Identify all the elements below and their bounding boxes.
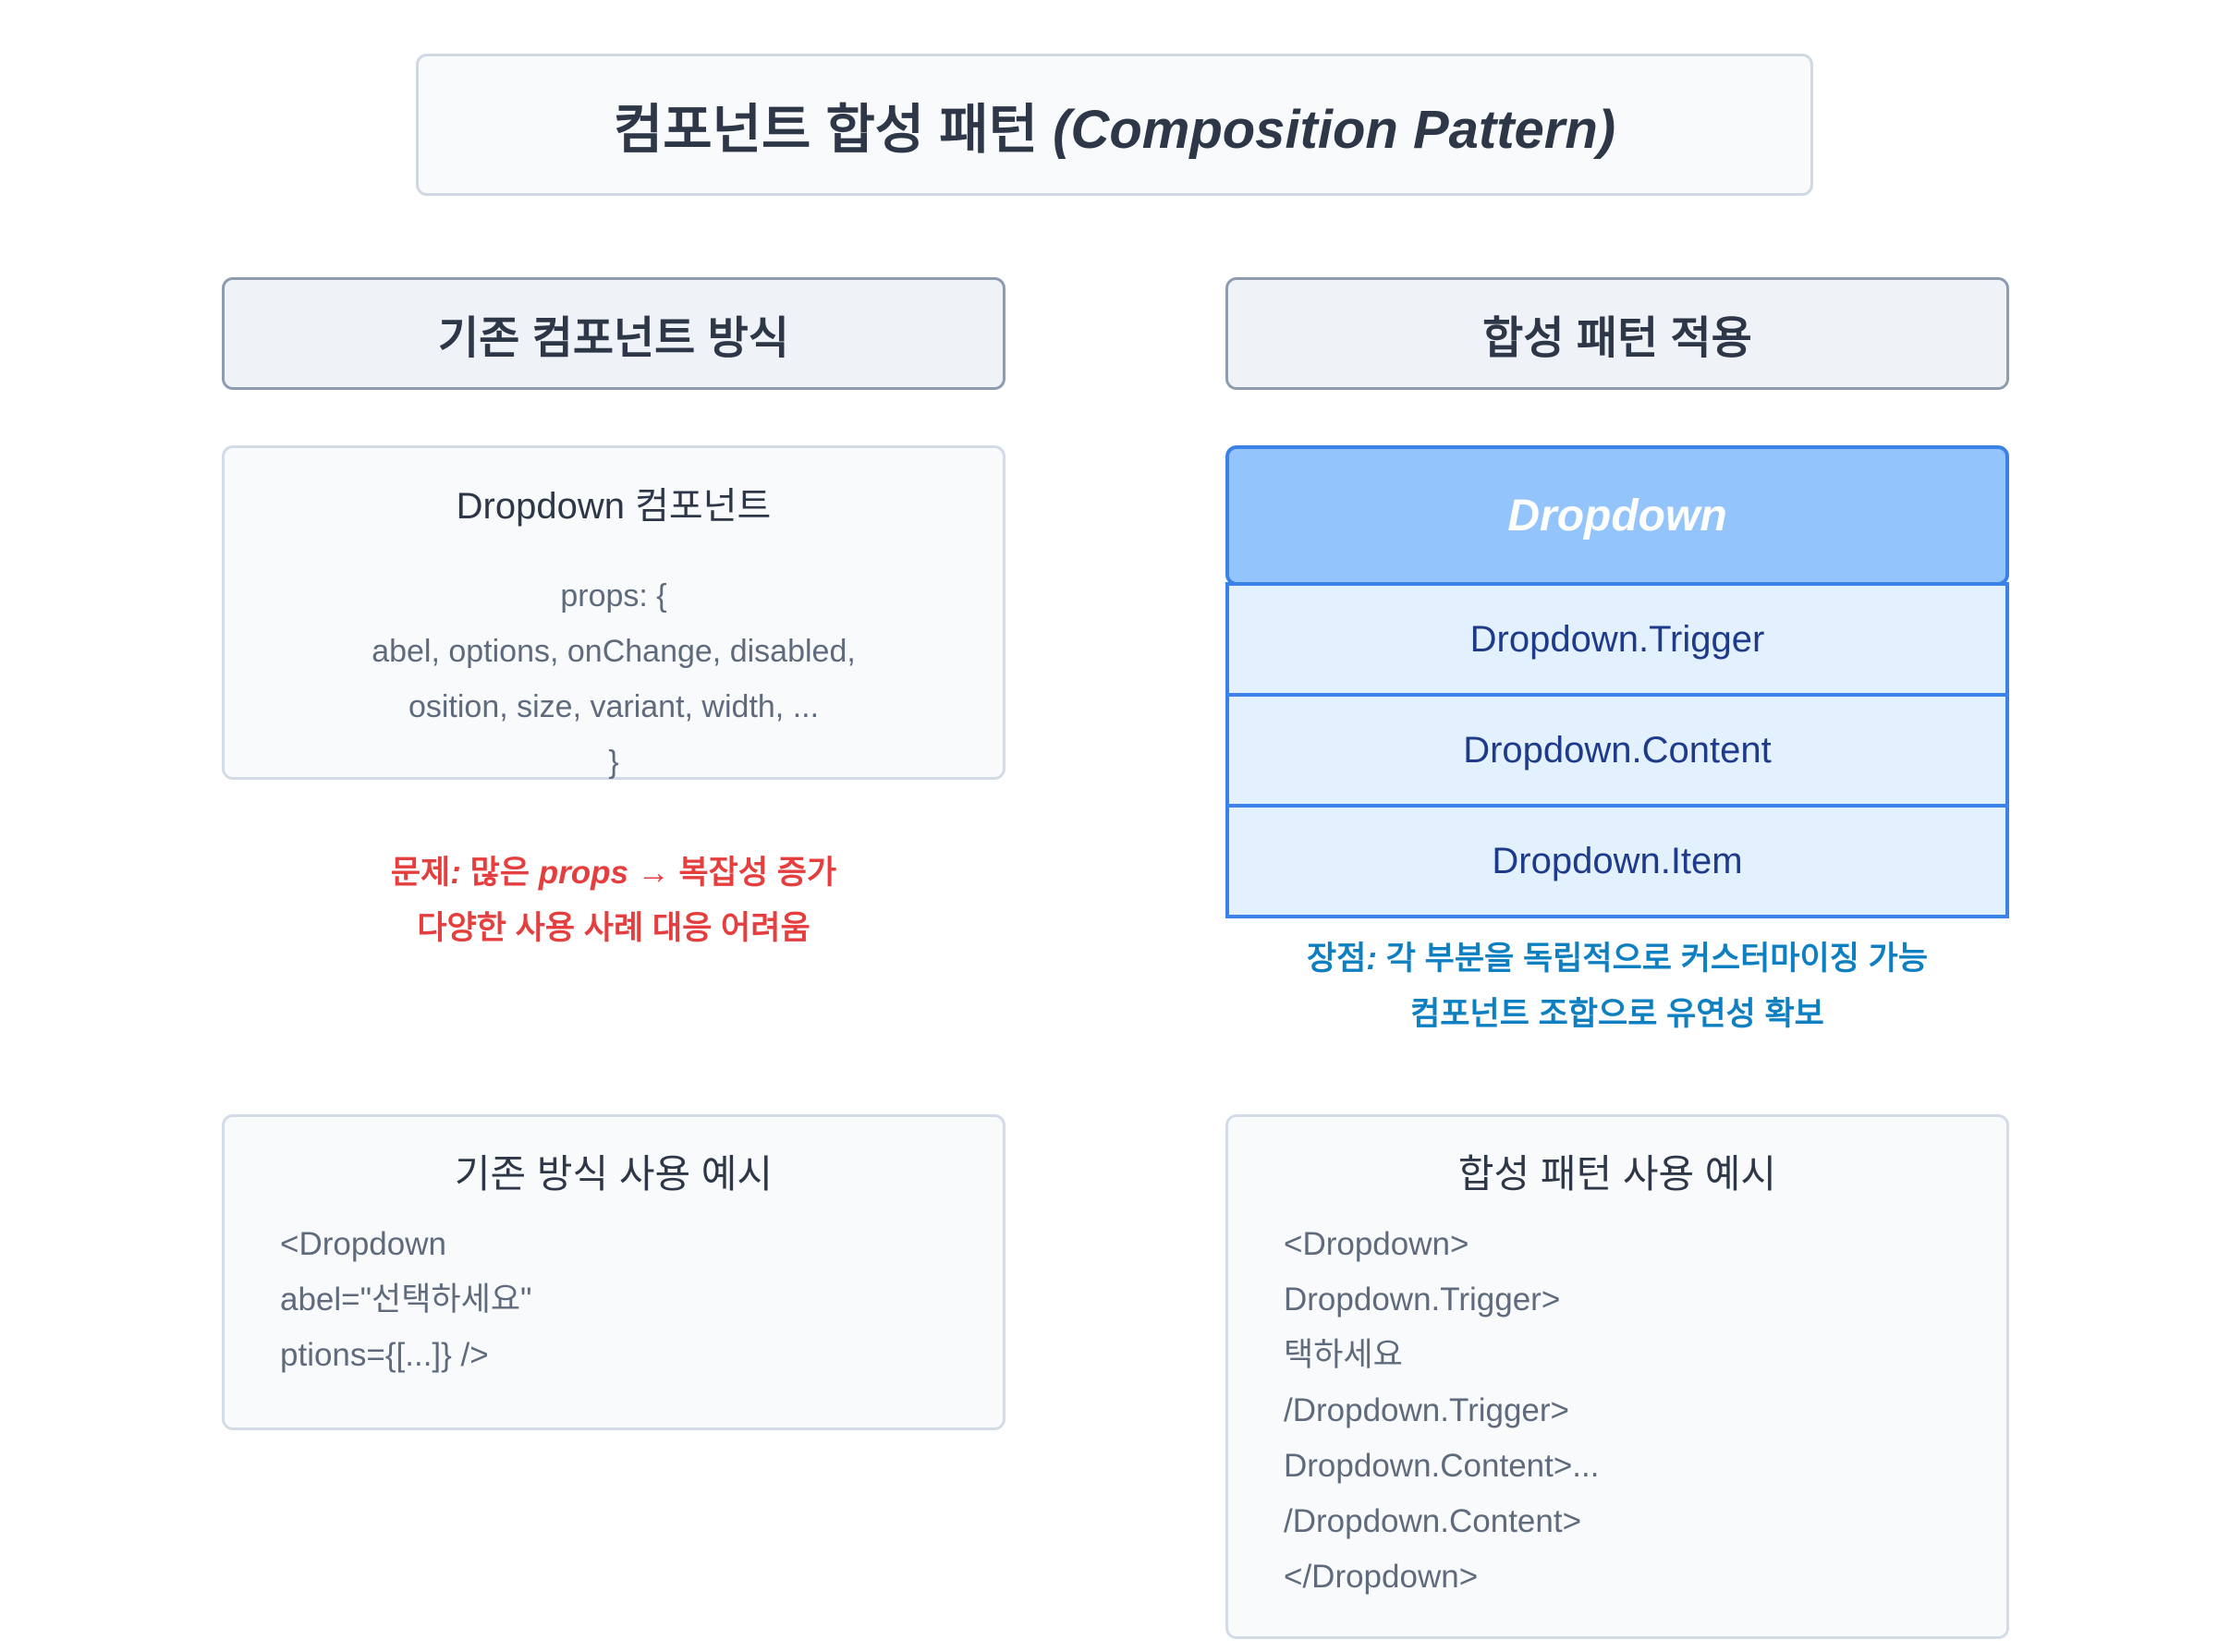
code-line: /Dropdown.Trigger> bbox=[1284, 1392, 1569, 1428]
diagram-title: 컴포넌트 합성 패턴 (Composition Pattern) bbox=[416, 54, 1813, 196]
diagram-title-text: 컴포넌트 합성 패턴 (Composition Pattern) bbox=[614, 86, 1615, 164]
legacy-example-box: 기존 방식 사용 예시 <Dropdown abel="선택하세요" ption… bbox=[222, 1114, 1005, 1430]
problem-colon: : bbox=[450, 855, 470, 891]
dropdown-content-node: Dropdown.Content bbox=[1225, 693, 2009, 808]
legacy-example-title: 기존 방식 사용 예시 bbox=[454, 1152, 774, 1196]
legacy-example-code: <Dropdown abel="선택하세요" ptions={[...]} /> bbox=[280, 1217, 531, 1383]
problem-line-1: 문제: 많은 props → 복잡성 증가 bbox=[222, 845, 1005, 901]
problem-label: 문제 bbox=[390, 855, 451, 891]
code-line: Dropdown.Content>... bbox=[1284, 1448, 1600, 1484]
benefit-line-2: 컴포넌트 조합으로 유연성 확보 bbox=[1410, 996, 1824, 1032]
code-line: abel, options, onChange, disabled, bbox=[372, 634, 856, 669]
code-line: <Dropdown> bbox=[1284, 1226, 1469, 1262]
code-line: <Dropdown bbox=[280, 1226, 446, 1262]
code-line: osition, size, variant, width, ... bbox=[408, 689, 820, 724]
legacy-component-title: Dropdown 컴포넌트 bbox=[456, 486, 772, 527]
code-line: props: { bbox=[560, 578, 667, 613]
code-line: } bbox=[608, 745, 619, 780]
dropdown-item-node: Dropdown.Item bbox=[1225, 804, 2009, 918]
problem-text-suffix: → 복잡성 증가 bbox=[628, 855, 837, 891]
benefit-colon: : bbox=[1366, 941, 1386, 977]
problem-note: 문제: 많은 props → 복잡성 증가 다양한 사용 사례 대응 어려움 bbox=[222, 845, 1005, 956]
problem-text: 많은 bbox=[469, 855, 539, 891]
code-line: Dropdown.Trigger> bbox=[1284, 1282, 1561, 1318]
legacy-props-code: props: { abel, options, onChange, disabl… bbox=[225, 568, 1003, 790]
dropdown-root-node: Dropdown bbox=[1225, 445, 2009, 586]
header-legacy: 기존 컴포넌트 방식 bbox=[222, 277, 1005, 390]
problem-line-2: 다양한 사용 사례 대응 어려움 bbox=[417, 910, 810, 946]
code-line: ptions={[...]} /> bbox=[280, 1337, 489, 1373]
code-line: /Dropdown.Content> bbox=[1284, 1503, 1582, 1539]
code-line: </Dropdown> bbox=[1284, 1559, 1479, 1595]
problem-props: props bbox=[538, 855, 628, 891]
code-line: 택하세요 bbox=[1284, 1337, 1403, 1373]
header-composition: 합성 패턴 적용 bbox=[1225, 277, 2009, 390]
benefit-text: 각 부분을 독립적으로 커스터마이징 가능 bbox=[1385, 941, 1929, 977]
legacy-component-box: Dropdown 컴포넌트 props: { abel, options, on… bbox=[222, 445, 1005, 780]
dropdown-trigger-node: Dropdown.Trigger bbox=[1225, 582, 2009, 697]
benefit-label: 장점 bbox=[1306, 941, 1367, 977]
title-korean: 컴포넌트 합성 패턴 bbox=[613, 100, 1054, 160]
composition-example-title: 합성 패턴 사용 예시 bbox=[1457, 1152, 1777, 1196]
benefit-line-1: 장점: 각 부분을 독립적으로 커스터마이징 가능 bbox=[1225, 931, 2009, 987]
title-english: (Composition Pattern) bbox=[1053, 100, 1616, 160]
benefit-note: 장점: 각 부분을 독립적으로 커스터마이징 가능 컴포넌트 조합으로 유연성 … bbox=[1225, 931, 2009, 1042]
composition-example-code: <Dropdown> Dropdown.Trigger> 택하세요 /Dropd… bbox=[1284, 1217, 1599, 1605]
code-line: abel="선택하세요" bbox=[280, 1282, 532, 1318]
composition-example-box: 합성 패턴 사용 예시 <Dropdown> Dropdown.Trigger>… bbox=[1225, 1114, 2009, 1639]
